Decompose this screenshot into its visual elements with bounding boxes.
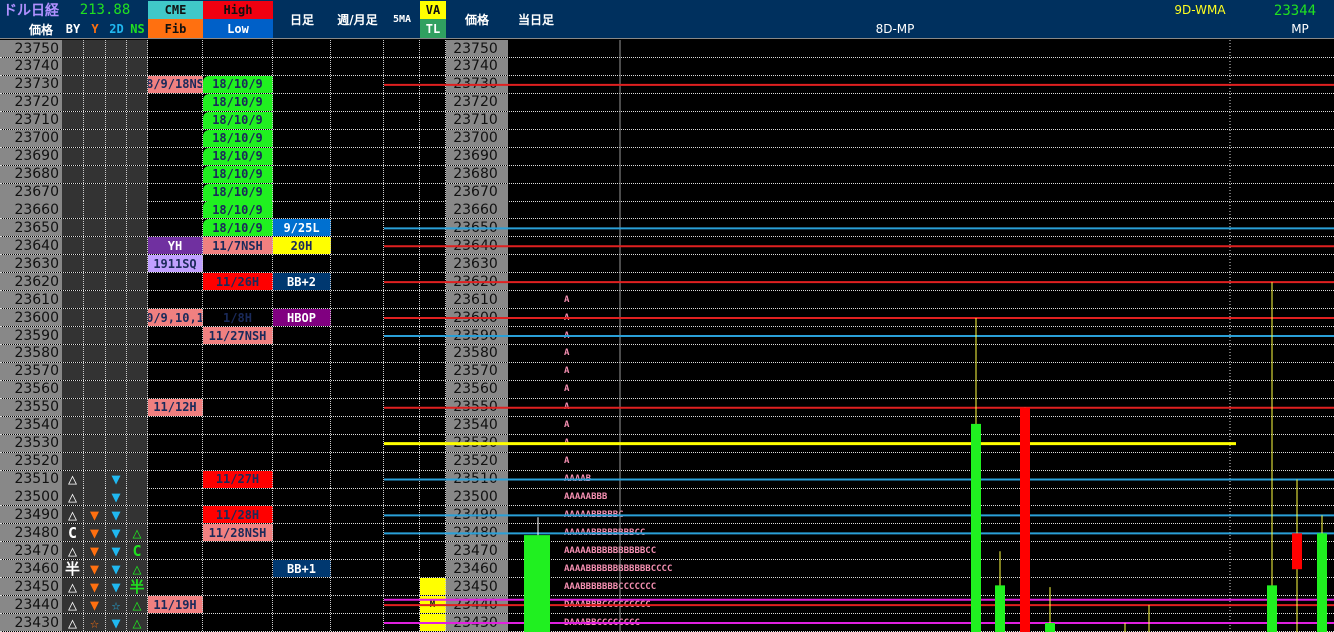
candle-body	[1292, 533, 1302, 570]
candle-body	[971, 423, 981, 632]
chart-overlay	[384, 40, 1334, 632]
candle-body	[1317, 533, 1327, 632]
candle-body	[1045, 623, 1055, 632]
today-candle-body	[524, 535, 550, 632]
candle-body	[1267, 585, 1277, 632]
candle-body	[1020, 407, 1030, 632]
candle-body	[995, 585, 1005, 632]
